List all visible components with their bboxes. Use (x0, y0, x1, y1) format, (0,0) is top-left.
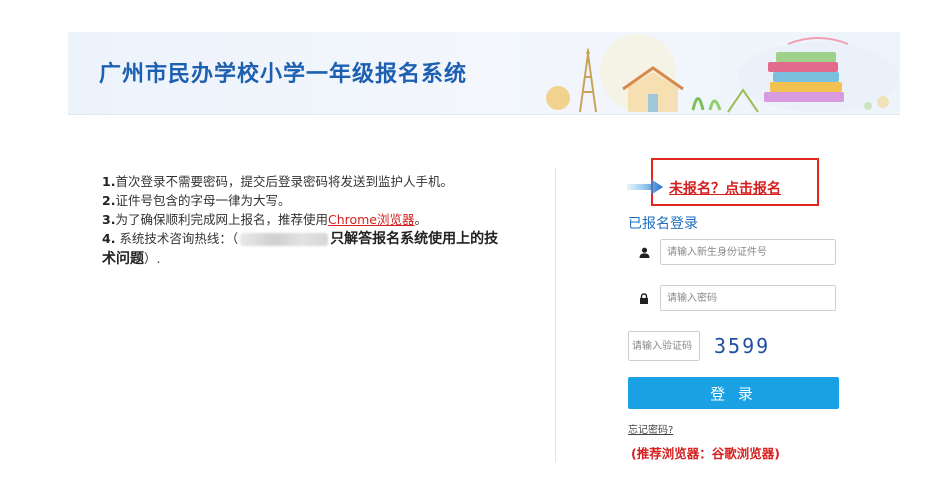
header-banner: 广州市民办学校小学一年级报名系统 (68, 32, 900, 115)
arrow-right-icon (627, 179, 663, 195)
browser-recommendation: (推荐浏览器：谷歌浏览器) (631, 446, 780, 461)
banner-illustration (546, 34, 898, 113)
password-input[interactable] (660, 285, 836, 311)
vertical-divider (555, 168, 556, 462)
instruction-4: 4. 系统技术咨询热线：（ 只解答报名系统使用上的技术问题）. (102, 231, 499, 267)
chrome-browser-link[interactable]: Chrome浏览器 (328, 212, 415, 227)
instruction-3: 3.为了确保顺利完成网上报名，推荐使用Chrome浏览器。 (102, 212, 428, 227)
instruction-2: 2.证件号包含的字母一律为大写。 (102, 193, 291, 208)
login-instructions: 1.首次登录不需要密码，提交后登录密码将发送到监护人手机。 2.证件号包含的字母… (102, 172, 512, 269)
lock-icon (628, 285, 660, 311)
user-icon (628, 239, 660, 265)
login-button[interactable]: 登 录 (628, 377, 839, 409)
captcha-image[interactable]: 3599 (714, 334, 770, 358)
forgot-password-link[interactable]: 忘记密码? (628, 421, 673, 436)
register-link[interactable]: 未报名？点击报名 (669, 178, 781, 198)
captcha-input[interactable] (628, 331, 700, 361)
instruction-1: 1.首次登录不需要密码，提交后登录密码将发送到监护人手机。 (102, 174, 453, 189)
system-title: 广州市民办学校小学一年级报名系统 (99, 62, 468, 87)
id-number-input[interactable] (660, 239, 836, 265)
login-heading: 已报名登录 (628, 216, 698, 232)
redacted-hotline (240, 233, 329, 246)
